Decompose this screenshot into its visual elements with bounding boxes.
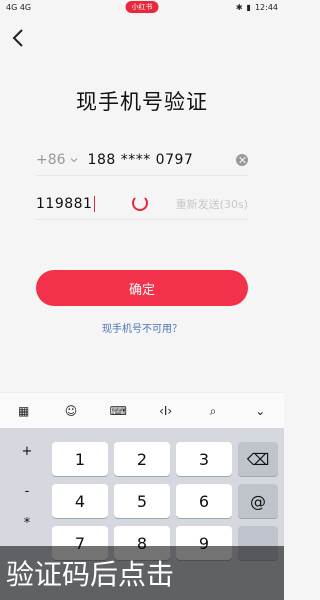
video-caption-overlay: 验证码后点击 [0,546,284,600]
key-1[interactable]: 1 [52,442,108,476]
cursor-move-icon[interactable]: ‹I› [157,402,175,420]
search-icon[interactable]: ⌕ [204,402,222,420]
symbol-plus[interactable]: + [16,444,38,459]
phone-unavailable-link[interactable]: 现手机号不可用？ [0,320,284,335]
key-5[interactable]: 5 [114,484,170,518]
at-key[interactable]: @ [238,484,278,518]
back-arrow-icon[interactable] [10,28,26,48]
confirm-button[interactable]: 确定 [36,270,248,306]
resend-button[interactable]: 重新发送(30s) [176,196,248,212]
backspace-key[interactable]: ⌫ [238,442,278,476]
verification-code-input[interactable]: 119881 [36,196,92,212]
code-row: 119881 重新发送(30s) [36,189,248,220]
status-right: ✱ ▮ 12:44 [236,3,278,12]
app-badge: 小红书 [125,1,159,13]
symbol-minus[interactable]: - [16,484,38,499]
country-code[interactable]: +86 [36,152,66,168]
key-6[interactable]: 6 [176,484,232,518]
collapse-icon[interactable]: ⌄ [251,402,269,420]
signal-text: 4G 4G [6,2,32,12]
chevron-down-icon[interactable] [70,156,78,164]
text-cursor [94,196,96,212]
backspace-icon: ⌫ [246,449,270,469]
grid-icon[interactable]: ▦ [15,402,33,420]
phone-row: +86 188 **** 0797 [36,145,248,176]
loading-spinner-icon [132,195,148,211]
phone-number[interactable]: 188 **** 0797 [88,152,194,168]
clear-icon[interactable] [236,154,248,166]
emoji-icon[interactable]: ☺ [62,402,80,420]
keyboard-toolbar: ▦ ☺ ⌨ ‹I› ⌕ ⌄ [0,392,284,429]
bluetooth-icon: ✱ [235,2,243,12]
status-time: 12:44 [254,2,278,12]
key-2[interactable]: 2 [114,442,170,476]
key-3[interactable]: 3 [176,442,232,476]
battery-icon: ▮ [246,2,251,12]
status-bar: 4G 4G 小红书 ✱ ▮ 12:44 [0,0,284,14]
symbol-star[interactable]: * [16,516,38,531]
keyboard-icon[interactable]: ⌨ [109,402,127,420]
status-left: 4G 4G [6,3,31,12]
page-title: 现手机号验证 [76,90,208,114]
key-4[interactable]: 4 [52,484,108,518]
